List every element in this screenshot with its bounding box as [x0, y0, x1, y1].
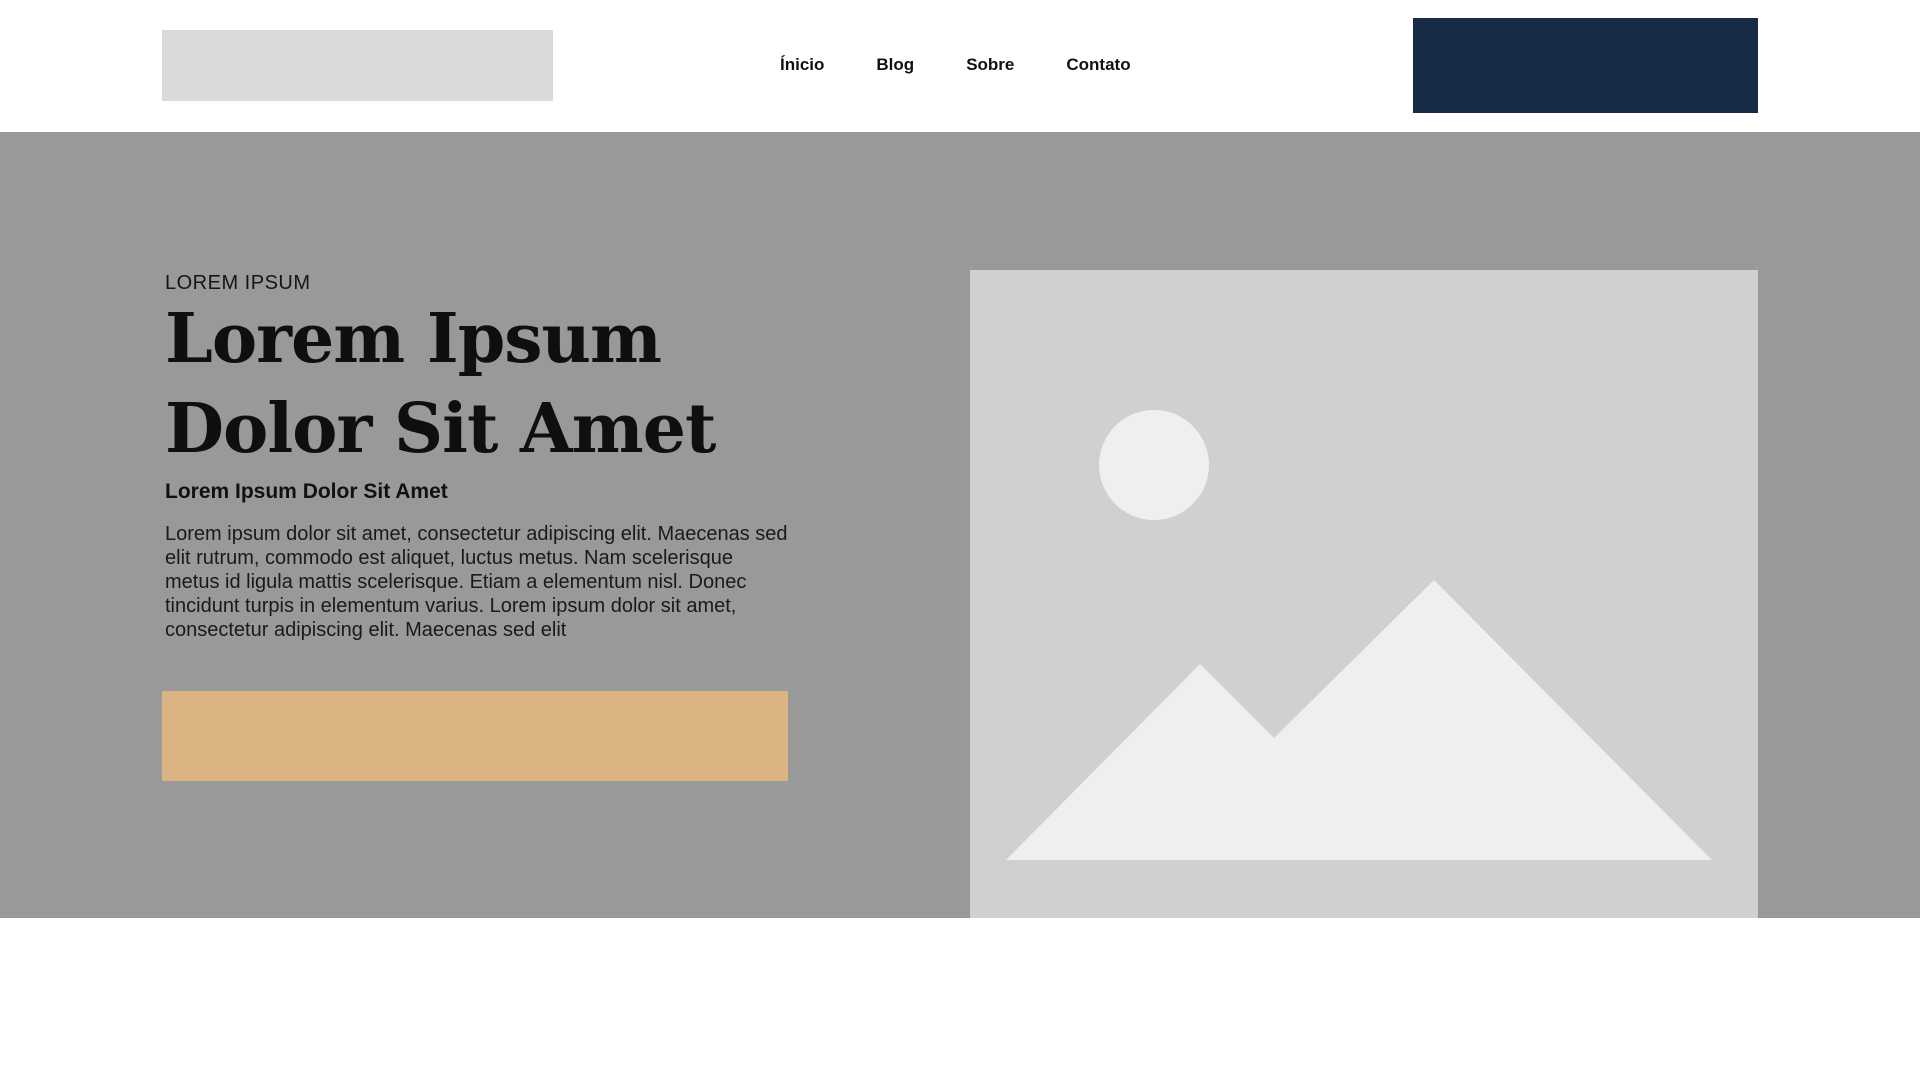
image-placeholder-icon — [970, 270, 1758, 918]
nav-link-inicio[interactable]: Ínicio — [780, 55, 824, 75]
nav-link-sobre[interactable]: Sobre — [966, 55, 1014, 75]
header-cta-button[interactable] — [1413, 18, 1758, 113]
hero-headline: Lorem Ipsum Dolor Sit Amet — [165, 294, 785, 474]
hero-body-text: Lorem ipsum dolor sit amet, consectetur … — [165, 523, 788, 641]
site-header: Ínicio Blog Sobre Contato — [0, 0, 1920, 132]
hero-section: LOREM IPSUM Lorem Ipsum Dolor Sit Amet L… — [0, 132, 1920, 918]
hero-eyebrow: LOREM IPSUM — [165, 272, 311, 294]
hero-subheadline: Lorem Ipsum Dolor Sit Amet — [165, 480, 448, 503]
nav-link-contato[interactable]: Contato — [1066, 55, 1130, 75]
hero-image-placeholder — [970, 270, 1758, 918]
hero-cta-button[interactable] — [162, 691, 788, 781]
hero-headline-line-2: Dolor Sit Amet — [165, 389, 716, 469]
sun-icon — [1099, 410, 1209, 520]
main-nav: Ínicio Blog Sobre Contato — [780, 55, 1131, 75]
nav-link-blog[interactable]: Blog — [876, 55, 914, 75]
hero-headline-line-1: Lorem Ipsum — [165, 299, 662, 379]
logo-placeholder[interactable] — [162, 30, 553, 101]
